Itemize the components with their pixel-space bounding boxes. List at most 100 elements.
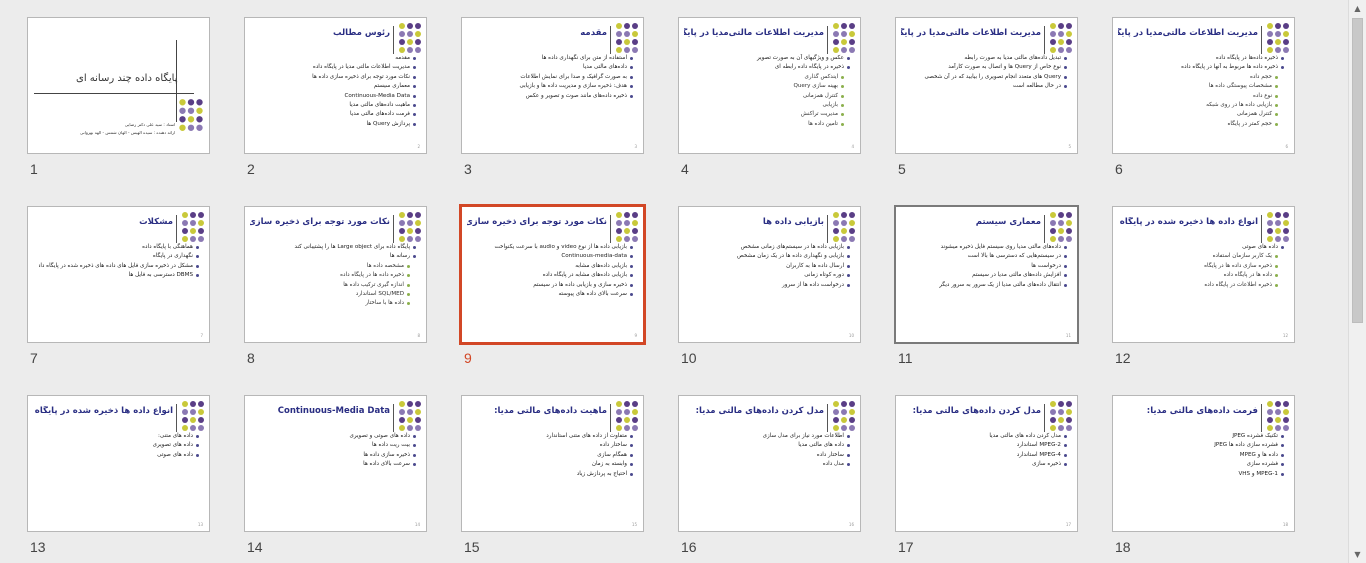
dots-decoration-icon [1267,23,1289,53]
divider [1044,404,1045,432]
sub-bullet-item: مدیریت تراکنش [690,110,850,119]
slide-preview[interactable]: مدیریت اطلاعات مالتی‌مدیا در پایگاه داده… [1112,17,1295,154]
bullet-item: نوع خاص از Query ها و اتصال به صورت کارآ… [907,63,1067,72]
bullet-item: بازیابی داده‌های مشابه [473,262,633,271]
bullet-item: افزایش داده‌های مالتی مدیا در سیستم [907,271,1067,280]
slide-preview[interactable]: فرمت داده‌های مالتی مدیا: تکنیک فشرده JPE… [1112,395,1295,532]
slide-preview[interactable]: پایگاه داده چند رسانه ای استاد : سید علی … [27,17,210,154]
sub-bullet-item: کنترل همزمانی [690,92,850,101]
slide-number: 7 [30,350,38,366]
bullet-list: بازیابی داده ها از نوع video و audio با … [473,243,633,299]
dots-decoration-icon [833,23,855,53]
slide-preview[interactable]: بازیابی داده ها بازیابی داده ها در سیستم‌… [678,206,861,343]
scroll-down-arrow-icon[interactable]: ▼ [1349,546,1366,563]
slide-footer-number: 5 [1068,144,1071,149]
slide-number: 5 [898,161,906,177]
slide-preview[interactable]: مدل کردن داده‌های مالتی مدیا: مدل کردن دا… [895,395,1078,532]
slide-footer-number: 4 [851,144,854,149]
dots-decoration-icon [1050,401,1072,431]
sub-bullet-item: یک کاربر سازمان استفاده [1124,252,1284,261]
bullet-item: احتیاج به پردازش زیاد [473,470,633,479]
sub-bullet-item: حجم داده [1124,73,1284,82]
bullet-item: بازیابی داده ها در سیستم‌های زمانی مشخص [690,243,850,252]
bullet-item: داده های مالتی مدیا [690,441,850,450]
bullet-item: پایگاه داده برای Large object ها را پشتی… [256,243,416,252]
dots-decoration-icon [399,212,421,242]
bullet-item: دوره کوتاه زمانی [690,271,850,280]
divider [393,215,394,243]
slide-title: رئوس مطالب [332,28,390,38]
divider [610,26,611,54]
sub-bullet-item: بازیابی [690,101,850,110]
slide-preview[interactable]: Continuous-Media Data داده های صوتی و تصو… [244,395,427,532]
slide-preview[interactable]: رئوس مطالب مقدمه مدیریت اطلاعات مالتی مدیا… [244,17,427,154]
vertical-scrollbar[interactable]: ▲ ▼ [1348,0,1366,563]
bullet-item: ذخیره داده‌های مانند صوت و تصویر و عکس [473,92,633,101]
bullet-item: هماهنگی با پایگاه داده [39,243,199,252]
divider [610,215,611,243]
slide-title: پایگاه داده چند رسانه ای [76,73,178,84]
bullet-item: در حال مطالعه است [907,82,1067,91]
bullet-item: MPEG-2 استاندارد [907,441,1067,450]
bullet-item: نکات مورد توجه برای ذخیره سازی داده ها [256,73,416,82]
slide-preview[interactable]: نکات مورد توجه برای ذخیره سازی داده ها پا… [244,206,427,343]
slide-title: ماهیت داده‌های مالتی مدیا: [494,406,607,416]
bullet-item: Continuous-media-data [473,252,633,261]
slide-title: نکات مورد توجه برای ذخیره سازی داده ها [250,217,390,227]
bullet-list: بازیابی داده ها در سیستم‌های زمانی مشخص ب… [690,243,850,290]
sub-bullet-item: بازیابی داده ها در روی شبکه [1124,101,1284,110]
bullet-item: داده‌های مالتی مدیا [473,63,633,72]
slide-number: 2 [247,161,255,177]
slide-title: مشکلات [139,217,173,227]
slide-title: انواع داده ها ذخیره شده در پایگاه داده [33,406,173,416]
dots-decoration-icon [182,212,204,242]
slide-footer-number: 13 [197,522,203,527]
bullet-item: ساختار داده [690,451,850,460]
slide-preview[interactable]: مدیریت اطلاعات مالتی‌مدیا در پایگاه داده… [678,17,861,154]
slide-footer-number: 3 [634,144,637,149]
slide-preview[interactable]: ماهیت داده‌های مالتی مدیا: متفاوت از داده… [461,395,644,532]
bullet-item: در سیستم‌هایی که دسترسی ها بالا است [907,252,1067,261]
slide-subtitle: استاد : سید علی دکتر رضایی ارائه دهنده : … [80,121,175,137]
dots-decoration-icon [1050,212,1072,242]
slide-title: معماری سیستم [975,217,1041,227]
slide-preview[interactable]: مدیریت اطلاعات مالتی‌مدیا در پایگاه داده… [895,17,1078,154]
slide-preview[interactable]: معماری سیستم داده‌های مالتی مدیا روی سیست… [894,205,1079,344]
slide-preview[interactable]: انواع داده ها ذخیره شده در پایگاه داده دا… [27,395,210,532]
divider [610,404,611,432]
slide-number: 10 [681,350,697,366]
bullet-item: مدل کردن داده های مالتی مدیا [907,432,1067,441]
slide-preview[interactable]: نکات مورد توجه برای ذخیره سازی داده ها با… [459,204,646,345]
divider [176,40,177,122]
slide-preview[interactable]: انواع داده ها ذخیره شده در پایگاه داده دا… [1112,206,1295,343]
sub-bullet-item: حجم کمتر در پایگاه [1124,120,1284,129]
bullet-item: هدف: ذخیره سازی و مدیریت داده ها و بازیا… [473,82,633,91]
sub-bullet-item: تامین داده ها [690,120,850,129]
scrollbar-thumb[interactable] [1352,18,1363,323]
divider [34,93,194,94]
bullet-item: درخواست داده ها از سرور [690,281,850,290]
bullet-item: مشکل در ذخیره سازی فایل های داده های ذخی… [39,262,199,271]
divider [176,404,177,432]
bullet-item: وابسته به زمان [473,460,633,469]
slide-number: 12 [1115,350,1131,366]
slide-preview[interactable]: مقدمه استفاده از متن برای نگهداری داده ها… [461,17,644,154]
subtitle-line: ارائه دهنده : سیده الهیس - الهان شمس - ا… [80,130,176,135]
sub-bullet-item: مشخصه داده ها [256,262,416,271]
slide-title: نکات مورد توجه برای ذخیره سازی داده ها [467,217,607,227]
dots-decoration-icon [616,401,638,431]
bullet-item: ذخیره داده‌ها در پایگاه داده [1124,54,1284,63]
bullet-list: تکنیک فشرده JPEG فشرده سازی داده ها JPEG د… [1124,432,1284,479]
slide-number: 3 [464,161,472,177]
slide-preview[interactable]: مدل کردن داده‌های مالتی مدیا: اطلاعات مور… [678,395,861,532]
scroll-up-arrow-icon[interactable]: ▲ [1349,0,1366,17]
slide-number: 17 [898,539,914,555]
slide-footer-number: 17 [1065,522,1071,527]
divider [827,404,828,432]
bullet-item: رسانه ها [256,252,416,261]
bullet-item: داده‌های مالتی مدیا روی سیستم فایل ذخیره… [907,243,1067,252]
slide-footer-number: 15 [631,522,637,527]
slide-preview[interactable]: مشکلات هماهنگی با پایگاه داده نگهداری در پ… [27,206,210,343]
slide-footer-number: 8 [417,333,420,338]
slide-footer-number: 11 [1065,333,1071,338]
